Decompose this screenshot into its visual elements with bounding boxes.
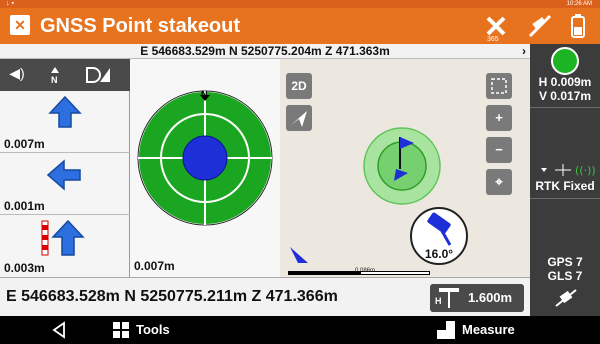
guidance-toolbar: ◀) N — [0, 59, 130, 91]
vertical-distance: 0.003m — [4, 261, 45, 275]
view-2d-button[interactable]: 2D — [286, 73, 312, 99]
view-orientation-icon[interactable] — [84, 65, 110, 85]
precision-h: H 0.009m — [538, 75, 592, 89]
antenna-height-label: H — [435, 296, 442, 306]
current-position-bar[interactable]: E 546683.529m N 5250775.204m Z 471.363m … — [0, 44, 530, 59]
arrow-left-icon — [46, 159, 81, 191]
back-icon[interactable] — [50, 321, 68, 339]
vertical-guidance: 0.003m — [0, 215, 130, 277]
receiver-settings-icon[interactable] — [524, 12, 556, 40]
target-position-bar: E 546683.528m N 5250775.211m Z 471.366m … — [0, 277, 530, 316]
zoom-extent-button[interactable] — [486, 73, 512, 99]
tilted-pole-icon — [427, 212, 452, 246]
current-coords: E 546683.529m N 5250775.204m Z 471.363m — [140, 44, 390, 58]
gnss-status-panel: H 0.009m V 0.017m ((·)) RTK Fixed GPS 7 … — [530, 44, 600, 316]
forward-guidance: 0.007m — [0, 91, 130, 153]
zoom-in-button[interactable]: + — [486, 105, 512, 131]
divider — [530, 198, 600, 199]
tools-button[interactable]: Tools — [136, 322, 170, 337]
horizontal-distance: 0.007m — [134, 259, 175, 273]
navigation-bar: Tools Measure — [0, 316, 600, 344]
lateral-distance: 0.001m — [4, 199, 45, 213]
center-position-button[interactable]: ⌖ — [486, 169, 512, 195]
notification-icons: ↓ ▪ — [6, 0, 14, 7]
compass-view[interactable]: N 0.007m — [130, 59, 280, 277]
zoom-out-button[interactable]: − — [486, 137, 512, 163]
tools-grid-icon[interactable] — [112, 321, 130, 339]
chevron-right-icon[interactable]: › — [522, 44, 526, 59]
arrow-up-icon — [48, 95, 82, 128]
north-arrow-button[interactable] — [286, 105, 312, 131]
battery-icon[interactable] — [562, 12, 594, 40]
stakeout-map[interactable]: 2D + − ⌖ 16.0° 0.086m — [280, 59, 530, 277]
satellite-icon — [555, 289, 577, 307]
divider — [530, 107, 600, 108]
scale-bar — [288, 271, 360, 275]
north-up-icon[interactable]: N — [44, 65, 66, 85]
title-bar: ✕ GNSS Point stakeout 365 — [0, 8, 600, 44]
antenna-height-button[interactable]: H 1.600m — [430, 284, 524, 312]
gps-count: GPS 7 — [547, 255, 583, 269]
status-bar: ↓ ▪ 10:26 AM — [0, 0, 600, 8]
position-arrow-icon — [290, 247, 308, 263]
stakeout-target-marker — [363, 127, 441, 205]
target-coords: E 546683.528m N 5250775.211m Z 471.366m — [6, 288, 338, 305]
page-title: GNSS Point stakeout — [40, 15, 241, 37]
measure-icon[interactable] — [436, 320, 456, 340]
measure-button[interactable]: Measure — [462, 322, 515, 337]
status-time: 10:26 AM — [566, 1, 592, 7]
app-logo-icon: ✕ — [10, 15, 30, 35]
sound-icon[interactable]: ◀) — [6, 65, 28, 85]
tilt-angle: 16.0° — [424, 247, 454, 261]
compass-north-label: N — [201, 89, 208, 99]
north-label: N — [51, 75, 58, 85]
guidance-panel: ◀) N 0.007m 0.001m 0.003m — [0, 59, 130, 277]
subscription-badge: 365 — [487, 36, 499, 43]
rtk-link-icon: ((·)) — [541, 164, 595, 177]
glonass-count: GLS 7 — [547, 269, 583, 283]
grade-up-icon — [41, 219, 85, 256]
scale-label: 0.086m — [355, 268, 376, 274]
precision-v: V 0.017m — [538, 89, 592, 103]
svg-text:((·)): ((·)) — [575, 164, 595, 177]
fix-status-icon — [551, 47, 579, 75]
forward-distance: 0.007m — [4, 137, 45, 151]
lateral-guidance: 0.001m — [0, 153, 130, 215]
antenna-height-value: 1.600m — [468, 290, 513, 305]
fix-status-label: RTK Fixed — [535, 179, 595, 193]
tilt-indicator[interactable]: 16.0° — [410, 207, 468, 265]
